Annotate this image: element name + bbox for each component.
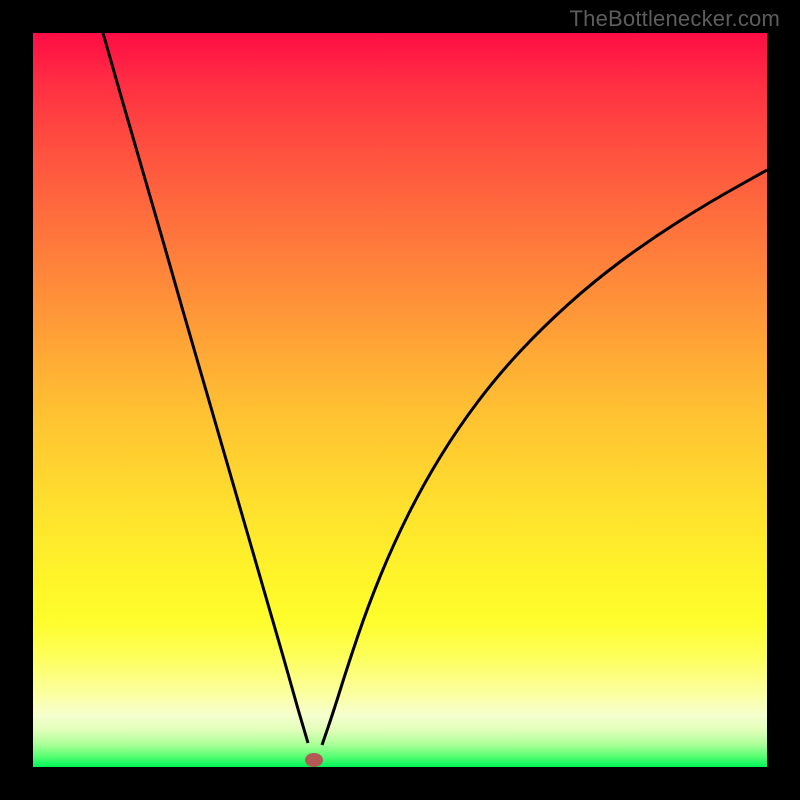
source-credit: TheBottlenecker.com (570, 6, 780, 32)
bottleneck-curve (33, 33, 767, 767)
chart-frame: TheBottlenecker.com (0, 0, 800, 800)
optimum-marker (305, 753, 323, 767)
curve-left-branch (103, 33, 308, 743)
plot-area (33, 33, 767, 767)
curve-right-branch (322, 170, 767, 745)
